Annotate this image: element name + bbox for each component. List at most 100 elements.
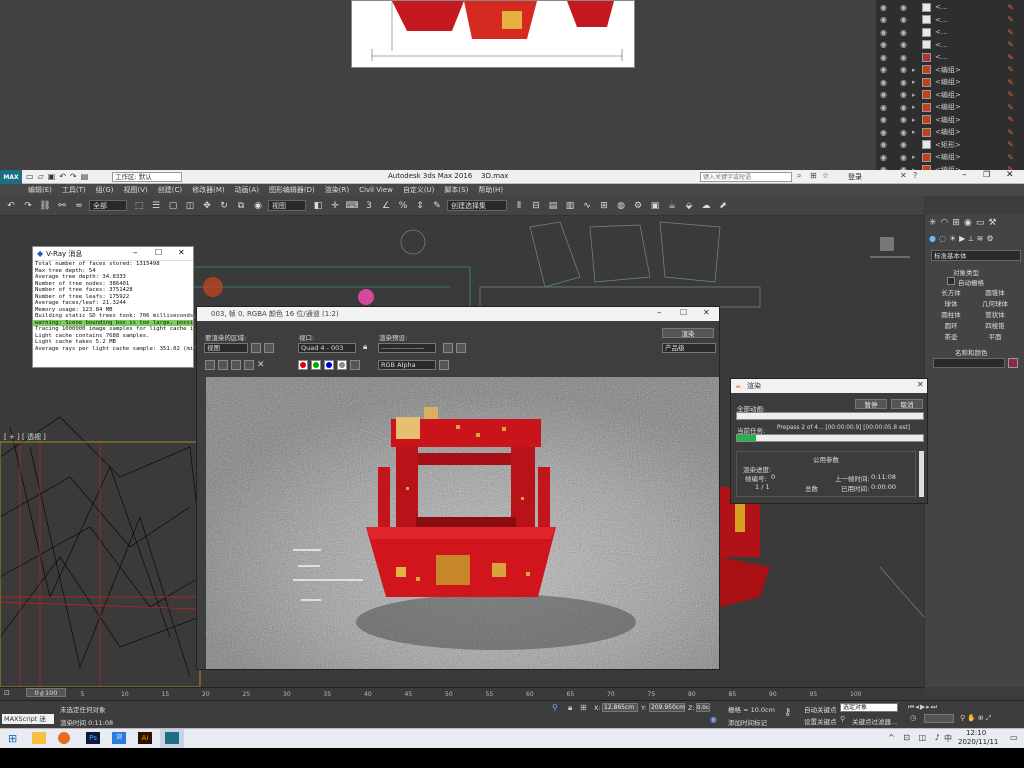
schematic-view-icon[interactable]: ⊞: [597, 199, 611, 213]
layer-row[interactable]: ◉ ◉ <... ✎: [876, 39, 1024, 52]
channel-select[interactable]: RGB Alpha: [378, 360, 436, 370]
material-editor-icon[interactable]: ◍: [614, 199, 628, 213]
render-eye-icon[interactable]: ◉: [900, 128, 912, 137]
layer-row[interactable]: ◉◉▸<编组>✎: [876, 114, 1024, 127]
menu-item[interactable]: 动画(A): [235, 185, 259, 195]
vray-log-text[interactable]: Total number of faces stored: 1315498 Max…: [33, 261, 193, 352]
restore-icon[interactable]: ❐: [983, 170, 990, 179]
start-icon[interactable]: ⊞: [8, 732, 17, 745]
plane-button[interactable]: 平面: [977, 332, 1013, 342]
edit-pen-icon[interactable]: ✎: [1007, 128, 1014, 137]
firefox-icon[interactable]: [58, 732, 70, 744]
clear-icon[interactable]: ✕: [257, 360, 265, 370]
green-channel-icon[interactable]: [311, 360, 321, 370]
layer-row[interactable]: ◉◉▸<编组>✎: [876, 76, 1024, 89]
menu-item[interactable]: 创建(C): [158, 185, 182, 195]
lights-icon[interactable]: ☀: [949, 234, 956, 244]
project-icon[interactable]: ▤: [81, 172, 89, 181]
teapot-button[interactable]: 茶壶: [933, 332, 969, 342]
auto-region-icon[interactable]: [264, 343, 274, 353]
edit-pen-icon[interactable]: ✎: [1007, 78, 1014, 87]
angle-snap-icon[interactable]: ∠: [379, 199, 393, 213]
menu-item[interactable]: 渲染(R): [325, 185, 349, 195]
time-config-icon[interactable]: ◷: [910, 714, 916, 722]
menu-item[interactable]: 自定义(U): [403, 185, 435, 195]
x-coord-field[interactable]: 12.865cm: [602, 703, 638, 712]
viewport-nav-controls[interactable]: ⚲✋⊕⤢: [960, 714, 993, 723]
add-time-tag[interactable]: 添加时间标记: [728, 717, 767, 727]
set-key-button[interactable]: 设置关键点: [804, 716, 837, 726]
close-icon[interactable]: ✕: [917, 380, 924, 389]
key-filters-button[interactable]: 关键点过滤器...: [852, 716, 897, 726]
create-tab-icon[interactable]: ✳: [929, 218, 937, 228]
pause-button[interactable]: 暂停: [855, 399, 887, 409]
open-file-icon[interactable]: ▱: [38, 172, 44, 181]
key-filter-icon[interactable]: ⚲: [840, 715, 845, 723]
time-tag-icon[interactable]: ◉: [710, 715, 717, 724]
curve-editor-icon[interactable]: ∿: [580, 199, 594, 213]
key-mode-select[interactable]: 选定对象: [840, 703, 898, 712]
spinner-snap-icon[interactable]: ⇕: [413, 199, 427, 213]
minimize-icon[interactable]: –: [133, 248, 138, 258]
place-icon[interactable]: ◉: [251, 199, 265, 213]
product-level-select[interactable]: 产品级: [662, 343, 716, 353]
exchange-icon[interactable]: ✕: [900, 171, 907, 180]
visibility-eye-icon[interactable]: ◉: [880, 90, 892, 99]
workspace-select[interactable]: 工作区: 默认: [112, 172, 182, 182]
systems-icon[interactable]: ⚙: [986, 234, 993, 244]
render-eye-icon[interactable]: ◉: [900, 28, 912, 37]
blue-channel-icon[interactable]: [324, 360, 334, 370]
z-coord-field[interactable]: 0.0cm: [696, 703, 710, 712]
monochrome-icon[interactable]: [350, 360, 360, 370]
rendered-image[interactable]: [206, 377, 719, 669]
minimize-icon[interactable]: –: [962, 170, 967, 180]
auto-key-button[interactable]: 自动关键点: [804, 704, 837, 714]
menu-item[interactable]: Civil View: [359, 186, 393, 194]
select-by-name-icon[interactable]: ☰: [149, 199, 163, 213]
window-crossing-icon[interactable]: ◫: [183, 199, 197, 213]
render-eye-icon[interactable]: ◉: [900, 153, 912, 162]
display-tab-icon[interactable]: ▭: [976, 218, 985, 228]
helpers-icon[interactable]: ⟂: [968, 234, 973, 244]
render-setup-icon[interactable]: [443, 343, 453, 353]
selection-lock-icon[interactable]: 🔒︎: [568, 703, 572, 713]
expand-arrow-icon[interactable]: ▸: [912, 78, 922, 86]
photoshop-icon[interactable]: Ps: [86, 732, 100, 744]
visibility-eye-icon[interactable]: ◉: [880, 128, 892, 137]
render-setup-icon[interactable]: ⚙: [631, 199, 645, 213]
environment-icon[interactable]: [456, 343, 466, 353]
visibility-eye-icon[interactable]: ◉: [880, 53, 892, 62]
align-icon[interactable]: ⊟: [529, 199, 543, 213]
app-logo-icon[interactable]: MAX: [0, 170, 22, 184]
common-params-header[interactable]: 公用参数: [813, 454, 839, 464]
visibility-eye-icon[interactable]: ◉: [880, 103, 892, 112]
visibility-eye-icon[interactable]: ◉: [880, 65, 892, 74]
redo-icon[interactable]: ↷: [70, 172, 77, 181]
visibility-eye-icon[interactable]: ◉: [880, 15, 892, 24]
alpha-channel-icon[interactable]: [337, 360, 347, 370]
expand-arrow-icon[interactable]: ▸: [912, 103, 922, 111]
geometry-icon[interactable]: ●: [929, 234, 936, 244]
playback-controls[interactable]: ⏮◂▶▸⏭: [908, 703, 938, 712]
render-eye-icon[interactable]: ◉: [900, 115, 912, 124]
pyramid-button[interactable]: 四棱锥: [977, 321, 1013, 331]
edit-pen-icon[interactable]: ✎: [1007, 153, 1014, 162]
lock-icon[interactable]: 🔒︎: [363, 342, 367, 352]
undo-icon[interactable]: ↶: [4, 199, 18, 213]
render-eye-icon[interactable]: ◉: [900, 65, 912, 74]
notification-icon[interactable]: ▭: [1010, 733, 1018, 742]
rendered-frame-window-icon[interactable]: ▣: [648, 199, 662, 213]
graphite-toggle-icon[interactable]: ▥: [563, 199, 577, 213]
render-button[interactable]: 渲染: [662, 328, 714, 338]
utilities-tab-icon[interactable]: ⚒: [988, 218, 996, 228]
undo-icon[interactable]: ↶: [59, 172, 66, 181]
layer-row[interactable]: ◉◉▸<编组>✎: [876, 101, 1024, 114]
menu-item[interactable]: 组(G): [96, 185, 114, 195]
selection-filter-select[interactable]: 全部: [89, 200, 127, 211]
edit-pen-icon[interactable]: ✎: [1007, 15, 1014, 24]
absolute-mode-icon[interactable]: ⊞: [580, 703, 587, 712]
object-type-header[interactable]: 对象类型: [953, 267, 979, 277]
select-move-icon[interactable]: ✥: [200, 199, 214, 213]
box-button[interactable]: 长方体: [933, 288, 969, 298]
object-name-input[interactable]: [933, 358, 1005, 368]
